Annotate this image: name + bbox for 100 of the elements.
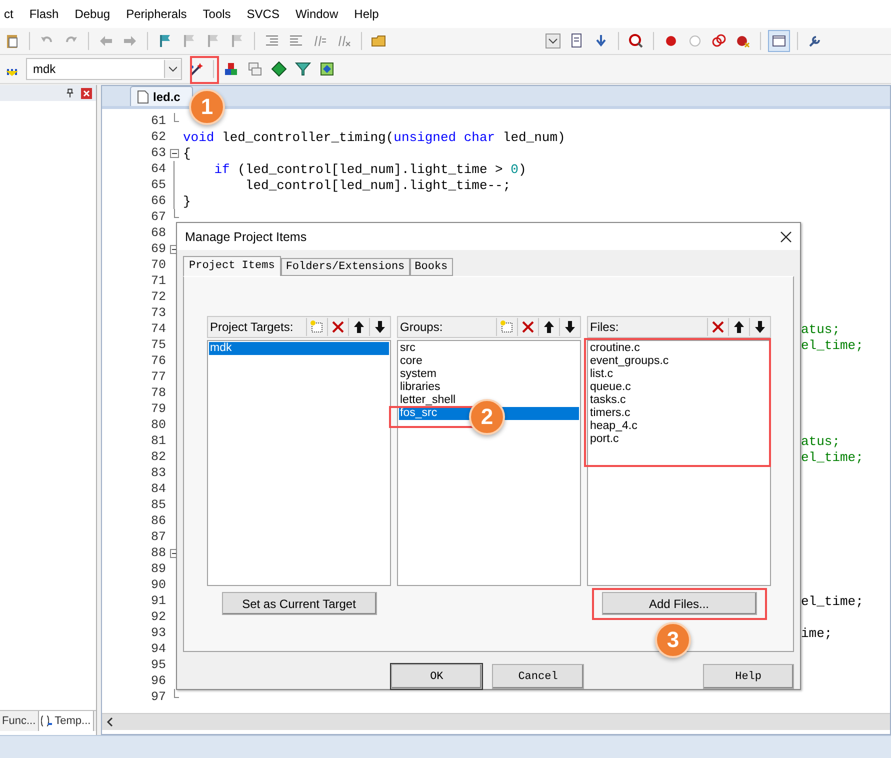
code-line: ime; [801, 626, 832, 640]
line-number: 66 [150, 194, 166, 208]
fold-toggle-icon[interactable] [170, 148, 178, 158]
down-arrow-icon [372, 319, 388, 336]
dropdown-icon[interactable] [543, 31, 563, 51]
line-number: 74 [150, 322, 166, 336]
code-line: el_time; [801, 338, 864, 352]
line-number: 84 [150, 482, 166, 496]
action-button[interactable]: Set as Current Target [222, 592, 376, 616]
dialog-button[interactable]: OK [391, 664, 482, 689]
line-number: 71 [150, 274, 166, 288]
line-number: 64 [150, 162, 166, 176]
pin-icon [65, 88, 75, 98]
list-item[interactable]: libraries [399, 381, 579, 394]
line-number: 75 [150, 338, 166, 352]
line-number: 96 [150, 674, 166, 688]
line-number: 78 [150, 386, 166, 400]
line-number: 93 [150, 626, 166, 640]
down-arrow-icon [752, 319, 768, 336]
target-dropdown[interactable]: mdk [26, 58, 182, 80]
action-button[interactable]: Add Files... [602, 592, 756, 616]
line-number: 83 [150, 466, 166, 480]
window-icon[interactable] [768, 30, 790, 52]
code-line: atus; [801, 434, 840, 448]
line-number: 69 [150, 242, 166, 256]
code-line: if (led_control[led_num].light_time > 0) [213, 162, 526, 176]
delete-icon [330, 319, 346, 336]
code-line: el_time; [801, 594, 864, 608]
close-icon[interactable] [780, 230, 792, 243]
file-tab[interactable]: led.c [130, 86, 194, 106]
dialog-tab[interactable]: Books [410, 258, 453, 276]
down-arrow-icon [562, 319, 578, 336]
line-number: 97 [150, 690, 166, 704]
line-number: 86 [150, 514, 166, 528]
fold-end-icon [174, 113, 178, 122]
new-item-icon [499, 319, 515, 336]
diamond-icon[interactable] [269, 59, 289, 79]
menu-item[interactable]: Debug [66, 7, 118, 21]
dialog-title: Manage Project Items [185, 230, 307, 244]
line-number: 79 [150, 402, 166, 416]
dialog-button[interactable]: Help [702, 664, 794, 689]
dialog-tab[interactable]: Project Items [183, 256, 281, 276]
line-number: 89 [150, 562, 166, 576]
panel-tab[interactable]: Temp... [38, 711, 94, 731]
template-icon [40, 715, 53, 727]
list-label: Groups: [399, 320, 444, 334]
line-number: 68 [150, 226, 166, 240]
line-number: 85 [150, 498, 166, 512]
fold-end-icon [174, 209, 178, 218]
menu-item[interactable]: Peripherals [118, 7, 195, 21]
highlight-overlay [190, 56, 219, 84]
caret-icon [169, 66, 177, 72]
menu-item[interactable]: Help [346, 7, 387, 21]
code-line: void led_controller_timing(unsigned char led_num) [183, 130, 566, 144]
list-item[interactable]: src [399, 342, 579, 356]
panel-tab[interactable]: Func... [0, 711, 39, 731]
dialog-button[interactable]: Cancel [492, 664, 584, 689]
line-number: 77 [150, 370, 166, 384]
list-label: Files: [589, 320, 620, 334]
menu-item[interactable]: Flash [21, 7, 67, 21]
code-line: el_time; [801, 450, 864, 464]
line-number: 91 [150, 594, 166, 608]
horizontal-scrollbar[interactable] [102, 713, 890, 730]
line-number: 67 [150, 210, 166, 224]
line-number: 80 [150, 418, 166, 432]
line-number: 61 [150, 114, 166, 128]
list-item[interactable]: mdk [209, 342, 389, 356]
line-number: 62 [150, 130, 166, 144]
list-item[interactable]: system [399, 368, 579, 382]
line-number: 73 [150, 306, 166, 320]
list-label: Project Targets: [209, 320, 294, 334]
list-item[interactable]: core [399, 355, 579, 368]
code-line: led_control[led_num].light_time--; [244, 178, 511, 192]
line-number: 92 [150, 610, 166, 624]
delete-icon [520, 319, 536, 336]
line-number: 90 [150, 578, 166, 592]
line-number: 94 [150, 642, 166, 656]
line-number: 87 [150, 530, 166, 544]
up-arrow-icon [541, 319, 557, 336]
line-number: 72 [150, 290, 166, 304]
line-number: 70 [150, 258, 166, 272]
line-number: 63 [150, 146, 166, 160]
delete-icon [710, 319, 726, 336]
line-number: 65 [150, 178, 166, 192]
line-number: 82 [150, 450, 166, 464]
document-icon [137, 90, 149, 104]
up-arrow-icon [351, 319, 367, 336]
line-number: 76 [150, 354, 166, 368]
up-arrow-icon [731, 319, 747, 336]
menu-item[interactable]: Window [287, 7, 346, 21]
code-line: } [183, 194, 191, 208]
dialog-tab[interactable]: Folders/Extensions [280, 258, 410, 276]
line-number: 88 [150, 546, 166, 560]
menu-item[interactable]: SVCS [238, 7, 288, 21]
menu-item[interactable]: Tools [194, 7, 239, 21]
new-item-icon [309, 319, 325, 336]
line-number: 81 [150, 434, 166, 448]
line-number: 95 [150, 658, 166, 672]
code-line: { [183, 146, 191, 160]
menu-item[interactable]: ct [0, 7, 22, 21]
